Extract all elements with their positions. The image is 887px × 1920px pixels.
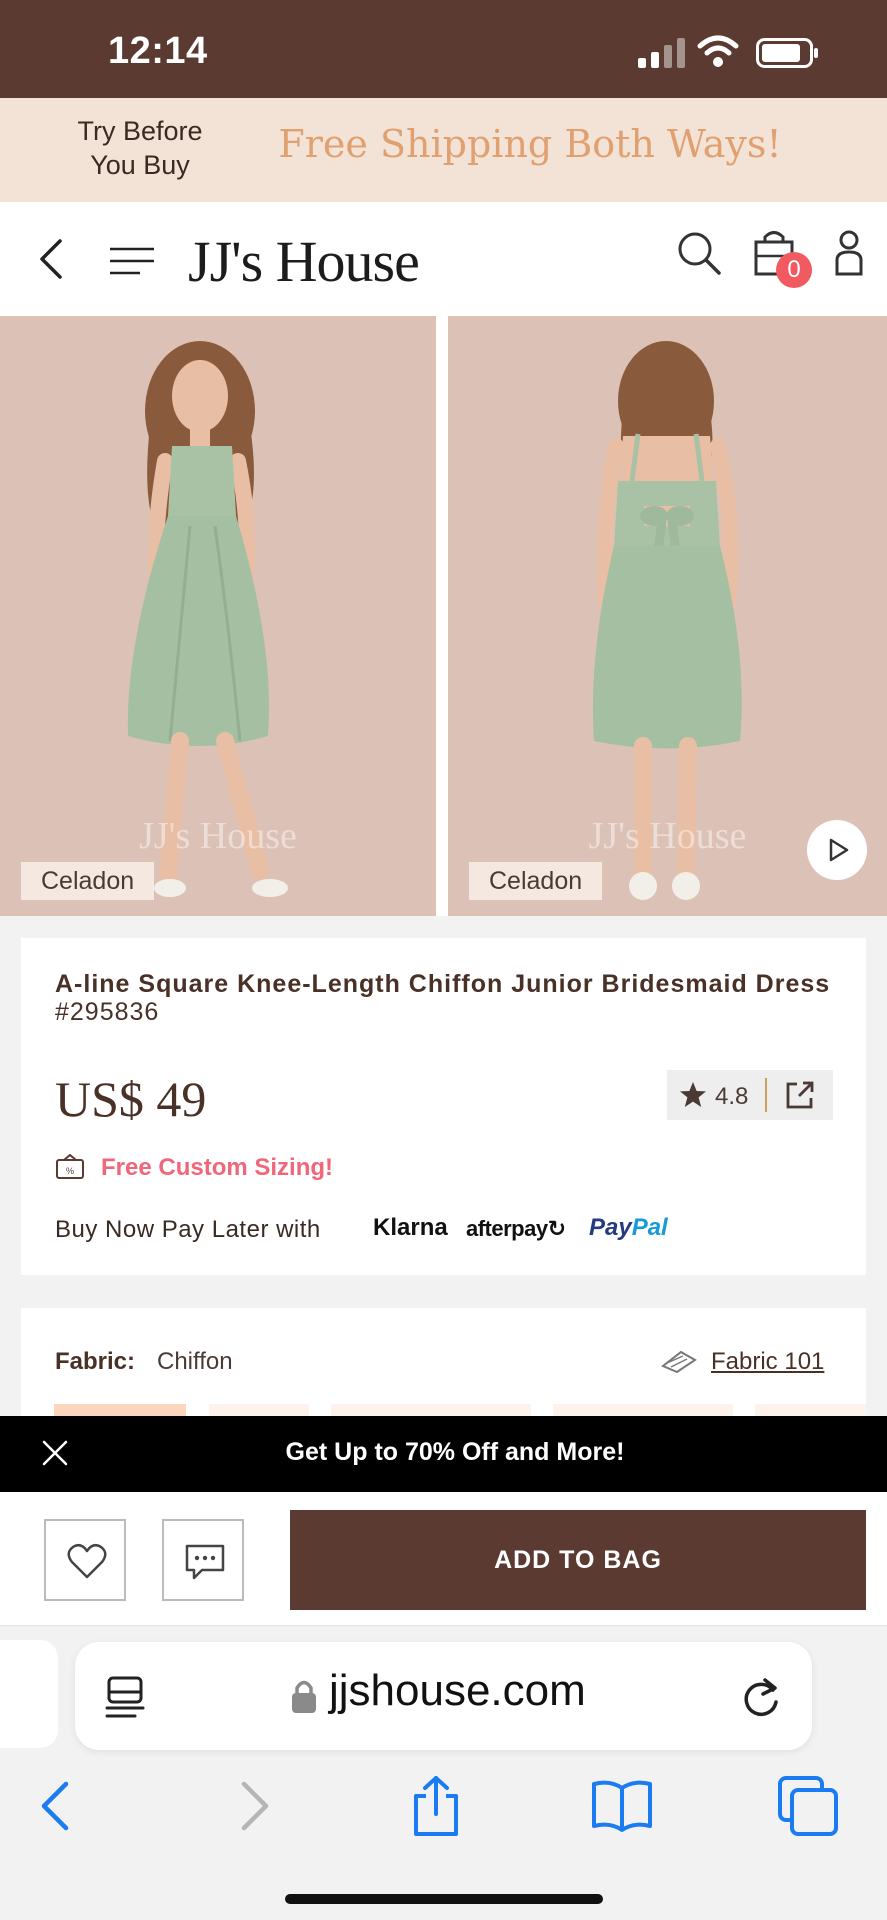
klarna-logo[interactable]: Klarna: [373, 1214, 448, 1242]
rating-share-box: 4.8: [667, 1070, 833, 1120]
fabric-label: Fabric:: [55, 1348, 136, 1375]
chat-icon: [185, 1544, 225, 1580]
address-bar[interactable]: jjshouse.com: [75, 1642, 812, 1750]
previous-tab-peek[interactable]: [0, 1640, 58, 1748]
free-custom-sizing-link[interactable]: Free Custom Sizing!: [101, 1154, 333, 1182]
bnpl-label: Buy Now Pay Later with: [55, 1216, 321, 1243]
product-info-card: A-line Square Knee-Length Chiffon Junior…: [21, 938, 866, 1275]
star-icon[interactable]: [679, 1081, 707, 1109]
nav-back-icon[interactable]: [26, 1774, 90, 1838]
chat-button[interactable]: [162, 1519, 244, 1601]
afterpay-text: afterpay: [466, 1216, 548, 1241]
rating-divider: [765, 1078, 767, 1112]
site-header: JJ's House 0: [0, 202, 887, 316]
color-tag: Celadon: [21, 862, 155, 900]
account-icon[interactable]: [834, 228, 864, 276]
tag-icon: %: [56, 1154, 84, 1179]
color-tag: Celadon: [469, 862, 603, 900]
try-before-you-buy[interactable]: Try Before You Buy: [60, 114, 220, 182]
product-title: A-line Square Knee-Length Chiffon Junior…: [55, 970, 845, 1026]
reload-icon[interactable]: [739, 1674, 783, 1720]
fabric-icon[interactable]: [661, 1348, 697, 1374]
paypal-pal-text: Pal: [631, 1214, 668, 1241]
reader-icon[interactable]: [105, 1676, 145, 1718]
svg-text:%: %: [66, 1166, 74, 1176]
product-price: US$ 49: [55, 1071, 207, 1127]
bottom-action-bar: ADD TO BAG: [0, 1492, 887, 1626]
lock-icon: [292, 1680, 316, 1713]
fabric-101-link[interactable]: Fabric 101: [711, 1348, 824, 1376]
battery-icon: [756, 38, 818, 68]
promo-banner[interactable]: Try Before You Buy Free Shipping Both Wa…: [0, 98, 887, 202]
fabric-value: Chiffon: [157, 1348, 233, 1375]
url-text[interactable]: jjshouse.com: [329, 1666, 586, 1716]
product-gallery[interactable]: JJ's House Celadon JJ's House Celadon: [0, 316, 887, 916]
product-image-back[interactable]: JJ's House Celadon: [448, 316, 887, 916]
tabs-icon[interactable]: [776, 1774, 840, 1838]
home-indicator[interactable]: [285, 1894, 603, 1904]
add-to-bag-button[interactable]: ADD TO BAG: [290, 1510, 866, 1610]
nav-forward-icon[interactable]: [220, 1774, 284, 1838]
bookmarks-icon[interactable]: [590, 1774, 654, 1838]
search-icon[interactable]: [676, 230, 722, 276]
paypal-logo[interactable]: PayPal: [589, 1214, 668, 1242]
product-image-front[interactable]: JJ's House Celadon: [0, 316, 436, 916]
menu-icon[interactable]: [108, 244, 156, 278]
cellular-signal-icon: [638, 38, 685, 68]
free-shipping-text[interactable]: Free Shipping Both Ways!: [260, 122, 800, 166]
heart-icon: [67, 1543, 107, 1579]
rating-score[interactable]: 4.8: [715, 1083, 748, 1111]
afterpay-logo[interactable]: afterpay↻: [466, 1216, 566, 1242]
play-video-button[interactable]: [807, 820, 867, 880]
browser-toolbar: jjshouse.com: [0, 1626, 887, 1920]
play-icon: [829, 838, 849, 862]
deal-banner[interactable]: Get Up to 70% Off and More!: [0, 1416, 887, 1492]
wishlist-button[interactable]: [44, 1519, 126, 1601]
cart-count-badge[interactable]: 0: [776, 252, 812, 288]
fabric-section: Fabric: Chiffon Fabric 101: [21, 1308, 866, 1418]
back-icon[interactable]: [34, 235, 68, 283]
wifi-icon: [697, 35, 739, 67]
paypal-pay-text: Pay: [589, 1214, 632, 1241]
site-logo[interactable]: JJ's House: [188, 228, 420, 295]
share-sheet-icon[interactable]: [404, 1774, 468, 1838]
product-name: A-line Square Knee-Length Chiffon Junior…: [55, 970, 831, 998]
status-time: 12:14: [108, 30, 208, 72]
status-bar: 12:14: [0, 0, 887, 98]
share-icon[interactable]: [785, 1080, 815, 1110]
screen: 12:14 Try Before You Buy Free Shipping B…: [0, 0, 887, 1920]
deal-text[interactable]: Get Up to 70% Off and More!: [0, 1438, 887, 1467]
afterpay-mark: ↻: [547, 1216, 566, 1241]
product-sku: #295836: [55, 998, 160, 1026]
image-watermark: JJ's House: [139, 815, 297, 857]
